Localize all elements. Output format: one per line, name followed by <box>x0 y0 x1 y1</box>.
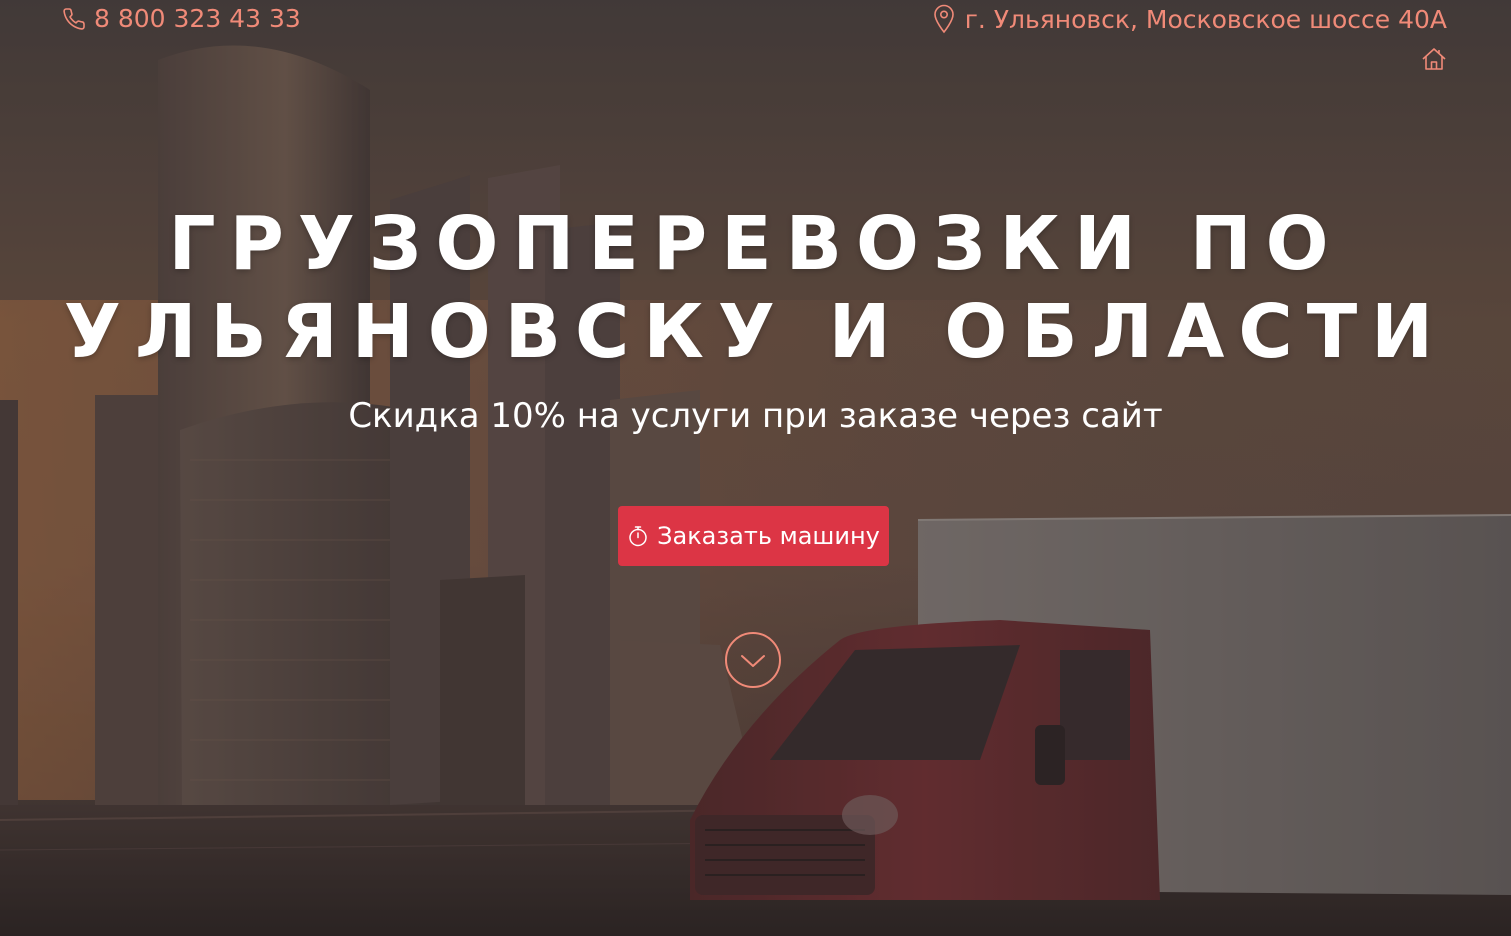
address-text: г. Ульяновск, Московское шоссе 40А <box>964 4 1447 34</box>
order-button-label: Заказать машину <box>657 522 880 550</box>
hero-section: 8 800 323 43 33 г. Ульяновск, Московское… <box>0 0 1511 936</box>
background-overlay <box>0 0 1511 936</box>
page-title: Грузоперевозки по Ульяновску и области <box>0 200 1511 376</box>
headline-line-1: Грузоперевозки по <box>168 201 1343 287</box>
home-link[interactable] <box>1421 46 1447 72</box>
stopwatch-icon <box>629 526 647 547</box>
hero-subtitle: Скидка 10% на услуги при заказе через са… <box>348 396 1163 436</box>
phone-icon <box>63 7 85 30</box>
home-icon <box>1422 48 1446 70</box>
top-bar: 8 800 323 43 33 г. Ульяновск, Московское… <box>0 0 1511 80</box>
address: г. Ульяновск, Московское шоссе 40А <box>933 4 1447 34</box>
scroll-down-button[interactable] <box>724 631 782 689</box>
phone-link[interactable]: 8 800 323 43 33 <box>62 4 301 33</box>
map-pin-icon <box>933 4 954 34</box>
phone-number: 8 800 323 43 33 <box>94 4 301 33</box>
chevron-down-circle-icon <box>725 632 781 688</box>
order-truck-button[interactable]: Заказать машину <box>618 506 889 566</box>
headline-line-2: Ульяновску и области <box>63 289 1448 375</box>
